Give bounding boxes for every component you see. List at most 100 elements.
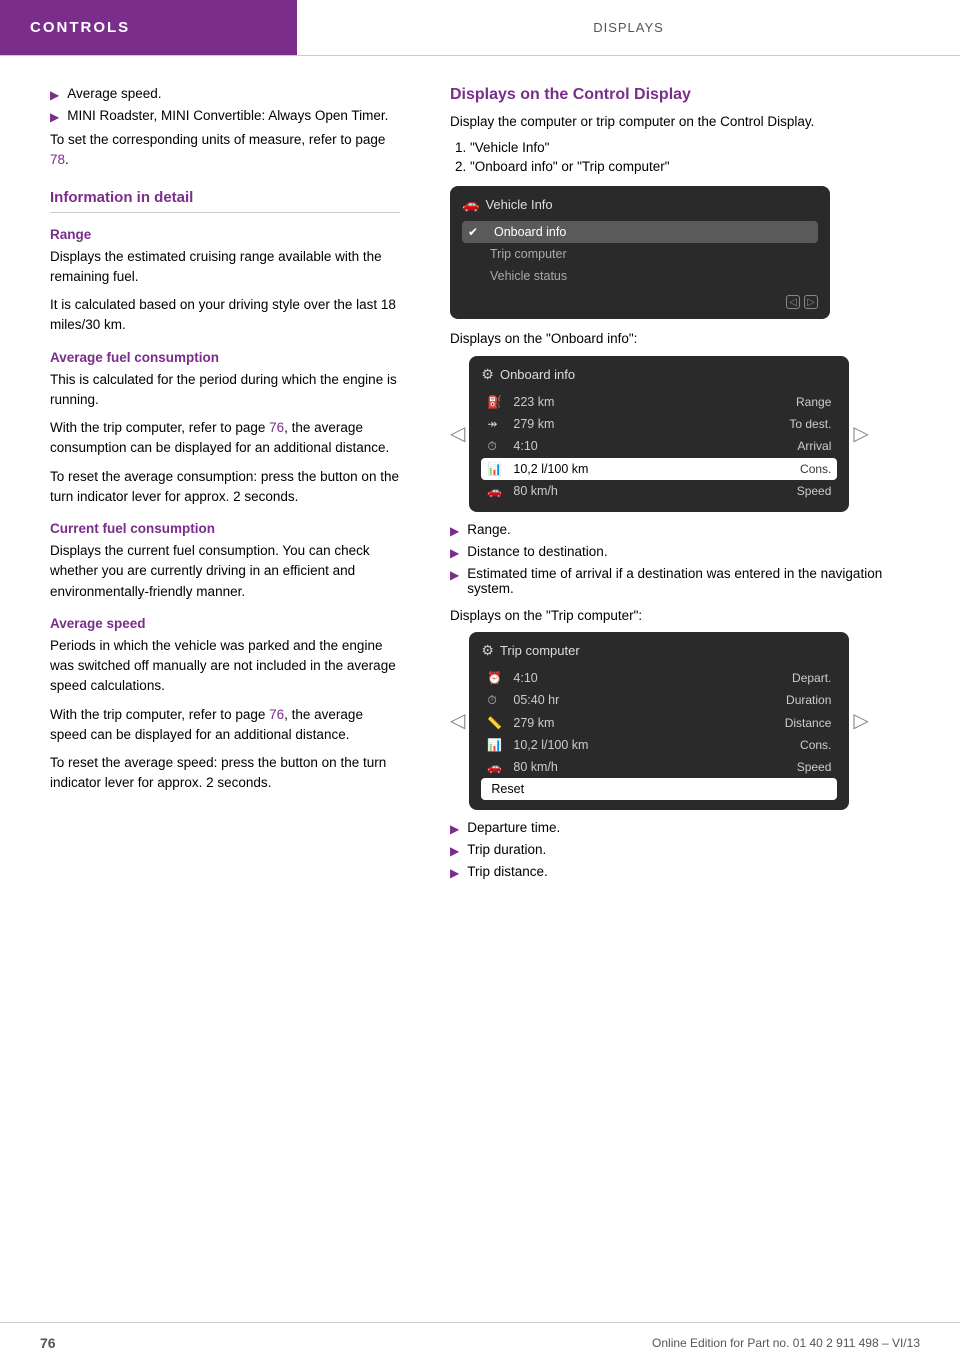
bullet-avg-speed: ▶ Average speed. [50, 86, 400, 102]
trip-bullet-3-text: Trip distance. [467, 864, 548, 880]
displays-control-display-heading: Displays on the Control Display [450, 86, 930, 104]
trip-bullet-2: ▶ Trip duration. [450, 842, 930, 858]
trip-left-arrow-icon: ◁ [450, 708, 465, 733]
trip-title-bar: ⚙ Trip computer [481, 642, 837, 659]
onboard-bullets: ▶ Range. ▶ Distance to destination. ▶ Es… [450, 522, 930, 596]
dest-icon: ↠ [487, 417, 507, 431]
avg-fuel-page-link[interactable]: 76 [269, 420, 284, 435]
trip-bullet-1: ▶ Departure time. [450, 820, 930, 836]
onboard-bullet-2: ▶ Distance to destination. [450, 544, 930, 560]
duration-icon: ⏱ [487, 693, 507, 708]
steps-list: "Vehicle Info" "Onboard info" or "Trip c… [450, 140, 930, 174]
avg-speed-p2: With the trip computer, refer to page 76… [50, 705, 400, 746]
onboard-row-range: ⛽ 223 km Range [481, 391, 837, 413]
distance-icon: 📏 [487, 716, 507, 730]
bullet-arrow-icon: ▶ [50, 110, 59, 124]
trip-right-arrow-icon: ▷ [853, 708, 868, 733]
avg-speed-p1: Periods in which the vehicle was parked … [50, 636, 400, 697]
nav-prev-icon: ◁ [786, 295, 800, 309]
range-icon: ⛽ [487, 395, 507, 409]
bullet-mini-roadster: ▶ MINI Roadster, MINI Convertible: Alway… [50, 108, 400, 124]
vehicle-info-row-onboard: ✔ Onboard info [462, 221, 818, 243]
bullet-arrow-icon: ▶ [450, 844, 459, 858]
vehicle-info-screen: 🚗 Vehicle Info ✔ Onboard info Trip compu… [450, 186, 830, 319]
trip-bullet-2-text: Trip duration. [467, 842, 546, 858]
trip-row-distance: 📏 279 km Distance [481, 712, 837, 734]
depart-icon: ⏰ [487, 671, 507, 685]
units-page-link[interactable]: 78 [50, 152, 65, 167]
onboard-bullet-3-text: Estimated time of arrival if a destinati… [467, 566, 930, 596]
trip-row-reset: Reset [481, 778, 837, 800]
onboard-title-bar: ⚙ Onboard info [481, 366, 837, 383]
trip-row-depart: ⏰ 4:10 Depart. [481, 667, 837, 689]
controls-label: CONTROLS [30, 19, 130, 36]
avg-speed-p3: To reset the average speed: press the bu… [50, 753, 400, 794]
avg-fuel-p3: To reset the average consumption: press … [50, 467, 400, 508]
left-arrow-icon: ◁ [450, 421, 465, 446]
step-1: "Vehicle Info" [470, 140, 930, 155]
trip-row-cons: 📊 10,2 l/100 km Cons. [481, 734, 837, 756]
vehicle-info-row-trip: Trip computer [462, 243, 818, 265]
nav-next-icon: ▷ [804, 295, 818, 309]
bullet-arrow-icon: ▶ [450, 822, 459, 836]
trip-speed-icon: 🚗 [487, 760, 507, 774]
avg-speed-heading: Average speed [50, 616, 400, 631]
bullet-arrow-icon: ▶ [450, 546, 459, 560]
onboard-info-screen: ⚙ Onboard info ⛽ 223 km Range ↠ 279 km T… [469, 356, 849, 512]
vehicle-info-title: Vehicle Info [485, 197, 552, 212]
displays-tab: DISPLAYS [297, 0, 960, 55]
range-heading: Range [50, 227, 400, 242]
avg-fuel-heading: Average fuel consumption [50, 350, 400, 365]
range-p2: It is calculated based on your driving s… [50, 295, 400, 336]
bullet-avg-speed-text: Average speed. [67, 86, 161, 102]
footer-copyright: Online Edition for Part no. 01 40 2 911 … [652, 1336, 920, 1350]
cons-icon: 📊 [487, 462, 507, 476]
intro-text: Display the computer or trip computer on… [450, 112, 930, 132]
onboard-row-cons: 📊 10,2 l/100 km Cons. [481, 458, 837, 480]
trip-computer-screen: ⚙ Trip computer ⏰ 4:10 Depart. ⏱ 05:40 h… [469, 632, 849, 810]
bullet-arrow-icon: ▶ [50, 88, 59, 102]
speed-icon: 🚗 [487, 484, 507, 498]
avg-speed-page-link[interactable]: 76 [269, 707, 284, 722]
range-p1: Displays the estimated cruising range av… [50, 247, 400, 288]
trip-bullet-1-text: Departure time. [467, 820, 560, 836]
main-content: ▶ Average speed. ▶ MINI Roadster, MINI C… [0, 56, 960, 918]
right-column: Displays on the Control Display Display … [430, 76, 960, 898]
onboard-caption: Displays on the "Onboard info": [450, 329, 930, 349]
page-header: CONTROLS DISPLAYS [0, 0, 960, 56]
onboard-bullet-1: ▶ Range. [450, 522, 930, 538]
bullet-arrow-icon: ▶ [450, 568, 459, 596]
onboard-bullet-3: ▶ Estimated time of arrival if a destina… [450, 566, 930, 596]
bullet-mini-roadster-text: MINI Roadster, MINI Convertible: Always … [67, 108, 388, 124]
onboard-row-arrival: ⏱ 4:10 Arrival [481, 435, 837, 458]
page-number: 76 [40, 1335, 56, 1351]
vehicle-info-title-bar: 🚗 Vehicle Info [462, 196, 818, 213]
trip-row-duration: ⏱ 05:40 hr Duration [481, 689, 837, 712]
trip-gear-icon: ⚙ [481, 642, 494, 659]
units-note: To set the corresponding units of measur… [50, 130, 400, 171]
trip-screen-wrapper: ◁ ⚙ Trip computer ⏰ 4:10 Depart. ⏱ 05:40… [450, 632, 930, 810]
car-icon: 🚗 [462, 196, 479, 213]
current-fuel-p1: Displays the current fuel consumption. Y… [50, 541, 400, 602]
onboard-title: Onboard info [500, 367, 575, 382]
trip-cons-icon: 📊 [487, 738, 507, 752]
onboard-row-dest: ↠ 279 km To dest. [481, 413, 837, 435]
trip-row-speed: 🚗 80 km/h Speed [481, 756, 837, 778]
current-fuel-heading: Current fuel consumption [50, 521, 400, 536]
onboard-bullet-2-text: Distance to destination. [467, 544, 607, 560]
gear-icon: ⚙ [481, 366, 494, 383]
trip-caption: Displays on the "Trip computer": [450, 606, 930, 626]
bullet-arrow-icon: ▶ [450, 866, 459, 880]
displays-label: DISPLAYS [593, 20, 664, 35]
page-footer: 76 Online Edition for Part no. 01 40 2 9… [0, 1322, 960, 1362]
trip-title: Trip computer [500, 643, 580, 658]
right-arrow-icon: ▷ [853, 421, 868, 446]
step-2: "Onboard info" or "Trip computer" [470, 159, 930, 174]
avg-fuel-p2: With the trip computer, refer to page 76… [50, 418, 400, 459]
avg-fuel-p1: This is calculated for the period during… [50, 370, 400, 411]
information-heading: Information in detail [50, 189, 400, 206]
arrival-icon: ⏱ [487, 439, 507, 454]
trip-bullet-3: ▶ Trip distance. [450, 864, 930, 880]
onboard-row-speed: 🚗 80 km/h Speed [481, 480, 837, 502]
vehicle-info-row-status: Vehicle status [462, 265, 818, 287]
